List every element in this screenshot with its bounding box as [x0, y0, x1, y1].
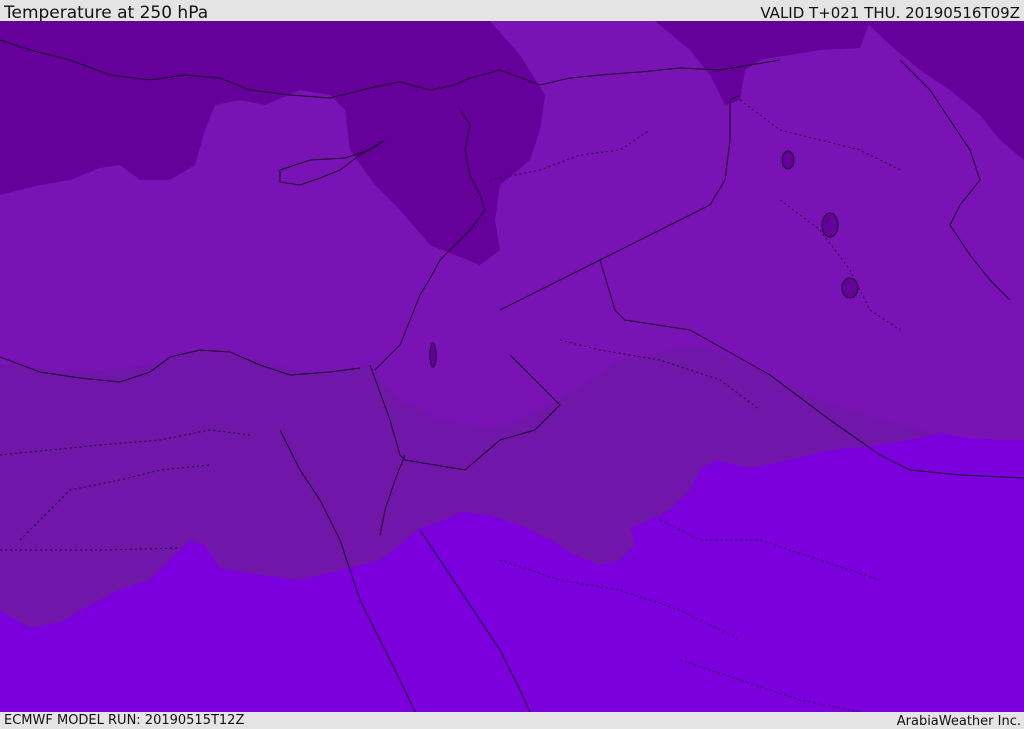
model-run-label: ECMWF MODEL RUN: 20190515T12Z [4, 713, 245, 728]
lake-van [781, 150, 795, 170]
lake-razzaza [841, 277, 859, 299]
dead-sea [429, 342, 437, 368]
map-title: Temperature at 250 hPa [4, 3, 209, 23]
temperature-map [0, 21, 1024, 712]
map-page: Temperature at 250 hPa VALID T+021 THU. … [0, 0, 1024, 729]
lake-tharthar [821, 212, 839, 238]
credit-label: ArabiaWeather Inc. [896, 714, 1021, 729]
